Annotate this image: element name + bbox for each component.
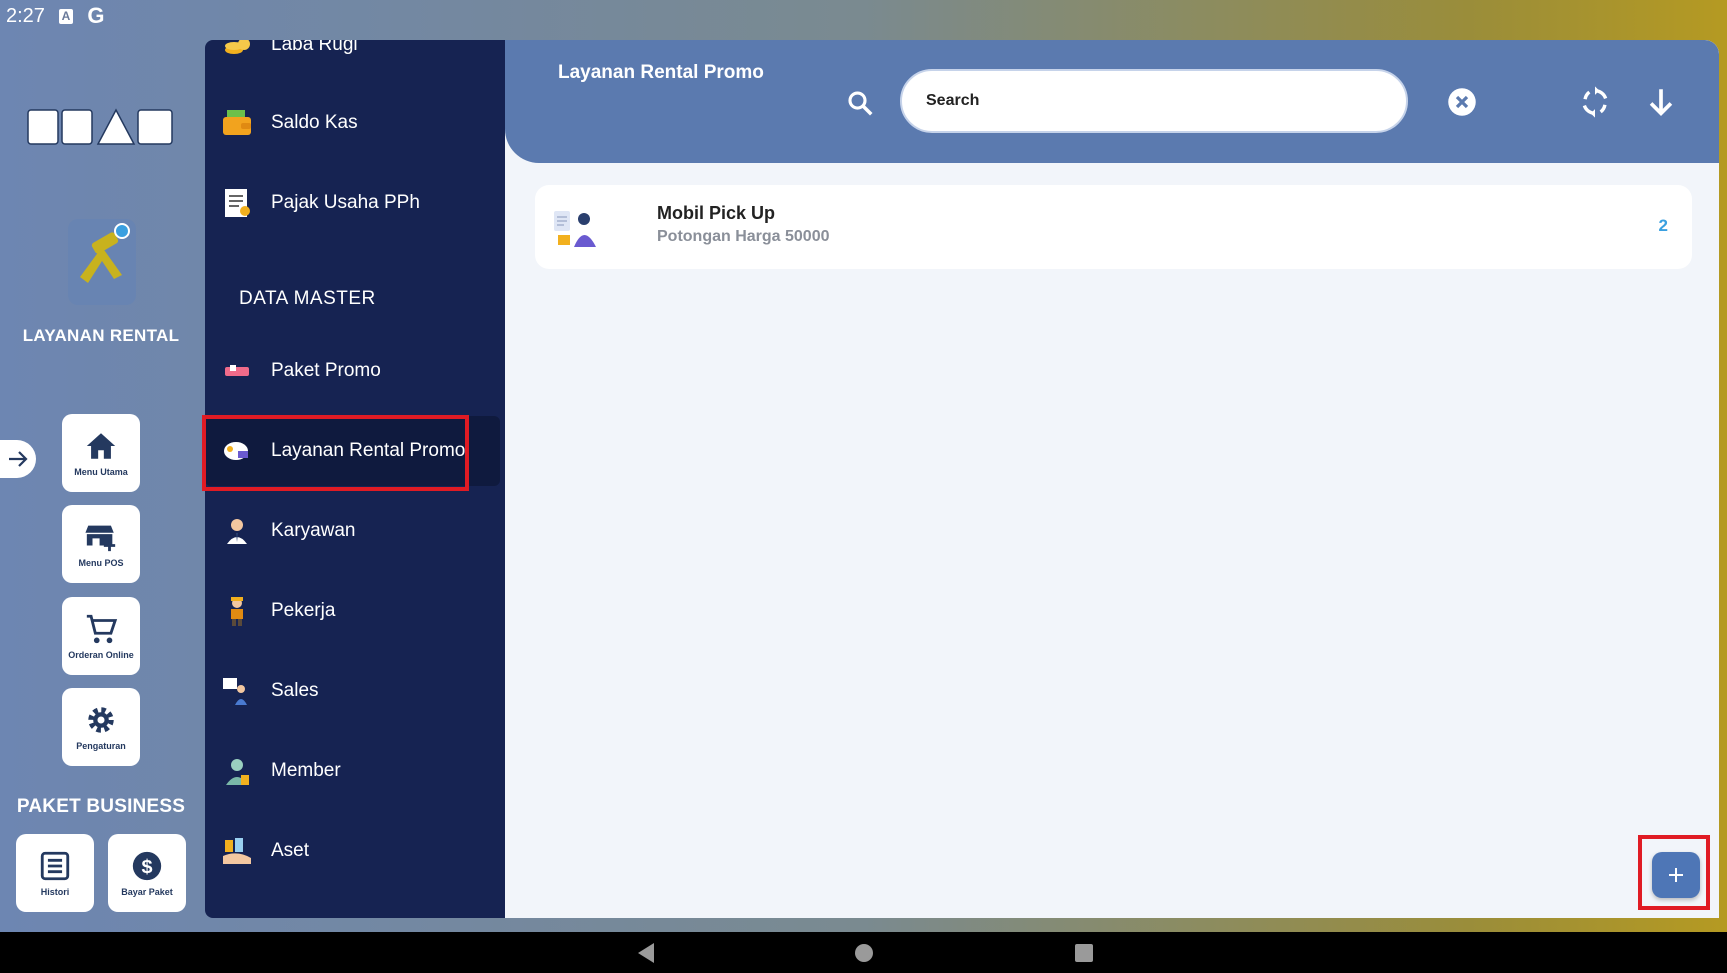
nav-recent-icon[interactable] [1075,944,1093,962]
google-icon: G [87,3,105,28]
home-icon [86,433,116,459]
add-button[interactable] [1652,852,1700,898]
coins-icon [220,40,254,62]
section-title-data-master: DATA MASTER [239,288,376,309]
sidebar-item-aset[interactable]: Aset [205,816,505,886]
sidebar-item-saldo-kas[interactable]: Saldo Kas [205,88,505,158]
search-input[interactable] [900,69,1408,133]
histori-button[interactable]: Histori [16,834,94,912]
rental-promo-illustration [554,211,596,247]
rail-expand-button[interactable] [0,440,36,478]
app-logo [27,108,173,145]
rental-app-icon [68,219,136,305]
orderan-online-button[interactable]: Orderan Online [62,597,140,675]
sidebar-item-paket-promo[interactable]: Paket Promo [205,336,505,406]
download-arrow-icon[interactable] [1644,85,1678,119]
dollar-icon: $ [132,851,162,881]
sidebar-item-pekerja[interactable]: Pekerja [205,576,505,646]
status-bar: 2:27 A G [0,0,1727,32]
main-content: Layanan Rental Promo Mobil Pick Up Poton… [505,40,1719,918]
sidebar-item-sales[interactable]: Sales [205,656,505,726]
clear-search-icon[interactable] [1447,87,1477,117]
cart-icon [86,614,118,644]
nav-home-icon[interactable] [855,944,873,962]
employee-icon [220,514,254,548]
list-item-count: 2 [1658,216,1668,235]
sidebar-item-karyawan[interactable]: Karyawan [205,496,505,566]
wallet-icon [220,106,254,140]
highlight-selected-menu [202,415,469,491]
arrow-right-icon [9,451,28,467]
list-item[interactable]: Mobil Pick Up Potongan Harga 50000 2 [535,185,1692,269]
tax-document-icon [220,186,254,220]
header-bar: Layanan Rental Promo [505,40,1719,163]
left-rail: LAYANAN RENTAL Menu Utama Menu POS Order… [0,32,205,932]
sales-icon [220,674,254,708]
sidebar-item-pajak-usaha[interactable]: Pajak Usaha PPh [205,168,505,238]
keyboard-a-icon: A [58,8,73,24]
plus-icon [1669,868,1683,882]
paket-business-title: PAKET BUSINESS [16,796,186,817]
gear-icon [88,707,114,733]
system-nav-bar [0,932,1727,973]
menu-utama-button[interactable]: Menu Utama [62,414,140,492]
svg-text:$: $ [141,856,152,878]
list-item-title: Mobil Pick Up [657,203,776,223]
list-icon [40,851,70,881]
sidebar-item-laba-rugi[interactable]: Laba Rugi [205,40,505,80]
status-time: 2:27 [6,4,45,27]
worker-icon [220,594,254,628]
member-icon [220,754,254,788]
pengaturan-button[interactable]: Pengaturan [62,688,140,766]
asset-icon [220,834,254,868]
menu-pos-button[interactable]: Menu POS [62,505,140,583]
sidebar-item-member[interactable]: Member [205,736,505,806]
sync-icon[interactable] [1578,85,1612,119]
app-title: LAYANAN RENTAL [22,326,180,345]
list-item-subtitle: Potongan Harga 50000 [657,228,830,245]
nav-back-icon[interactable] [636,942,656,964]
search-icon[interactable] [845,88,875,118]
page-title: Layanan Rental Promo [558,62,764,83]
store-icon [85,525,116,552]
promo-icon [220,354,254,388]
bayar-paket-button[interactable]: $ Bayar Paket [108,834,186,912]
